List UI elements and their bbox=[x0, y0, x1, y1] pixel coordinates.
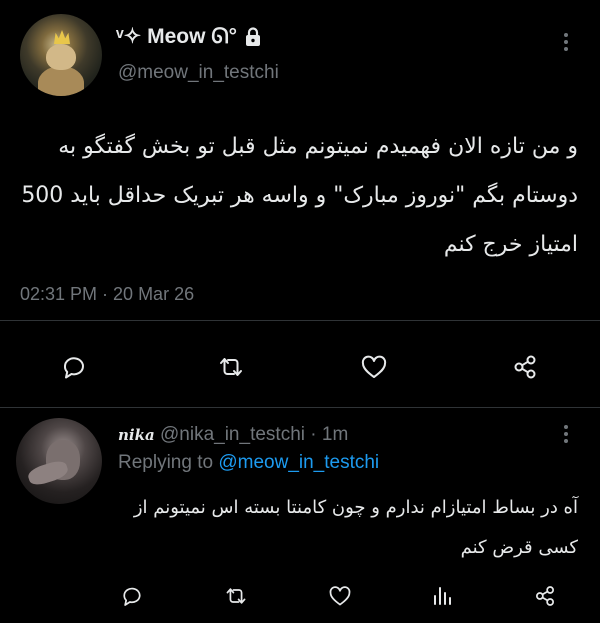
reply-header: nika @nika_in_testchi · 1m bbox=[118, 424, 348, 446]
share-icon[interactable] bbox=[533, 584, 557, 608]
reply-handle[interactable]: @nika_in_testchi bbox=[160, 424, 305, 445]
divider bbox=[0, 320, 600, 321]
reply-text: آه در بساط امتیازام ندارم و چون کامنتا ب… bbox=[133, 497, 578, 558]
reply-icon[interactable] bbox=[60, 353, 88, 381]
more-icon[interactable] bbox=[554, 422, 578, 446]
handle[interactable]: @meow_in_testchi bbox=[118, 62, 279, 84]
reply-display-name[interactable]: nika bbox=[118, 426, 155, 444]
replying-to: Replying to @meow_in_testchi bbox=[118, 452, 379, 474]
replying-label: Replying to bbox=[118, 452, 214, 473]
replying-handle-link[interactable]: @meow_in_testchi bbox=[218, 452, 379, 473]
stats-icon[interactable] bbox=[430, 584, 454, 608]
reply-time: · 1m bbox=[310, 424, 349, 445]
more-icon[interactable] bbox=[554, 30, 578, 54]
display-name-row[interactable]: ᵛ✧ Meow ᘏ° bbox=[116, 24, 263, 49]
share-icon[interactable] bbox=[511, 353, 539, 381]
reply-icon[interactable] bbox=[120, 584, 144, 608]
timestamp[interactable]: 02:31 PM · 20 Mar 26 bbox=[20, 284, 194, 305]
like-icon[interactable] bbox=[328, 584, 352, 608]
like-icon[interactable] bbox=[360, 353, 388, 381]
display-name: ᵛ✧ Meow ᘏ° bbox=[116, 25, 238, 48]
divider bbox=[0, 407, 600, 408]
retweet-icon[interactable] bbox=[224, 584, 248, 608]
retweet-icon[interactable] bbox=[217, 353, 245, 381]
avatar[interactable] bbox=[20, 14, 102, 96]
lock-icon bbox=[243, 26, 263, 47]
avatar[interactable] bbox=[16, 418, 102, 504]
main-tweet: ᵛ✧ Meow ᘏ° @meow_in_testchi و من تازه ال… bbox=[0, 0, 600, 408]
tweet-text: و من تازه الان فهمیدم نمیتونم مثل قبل تو… bbox=[21, 134, 578, 257]
